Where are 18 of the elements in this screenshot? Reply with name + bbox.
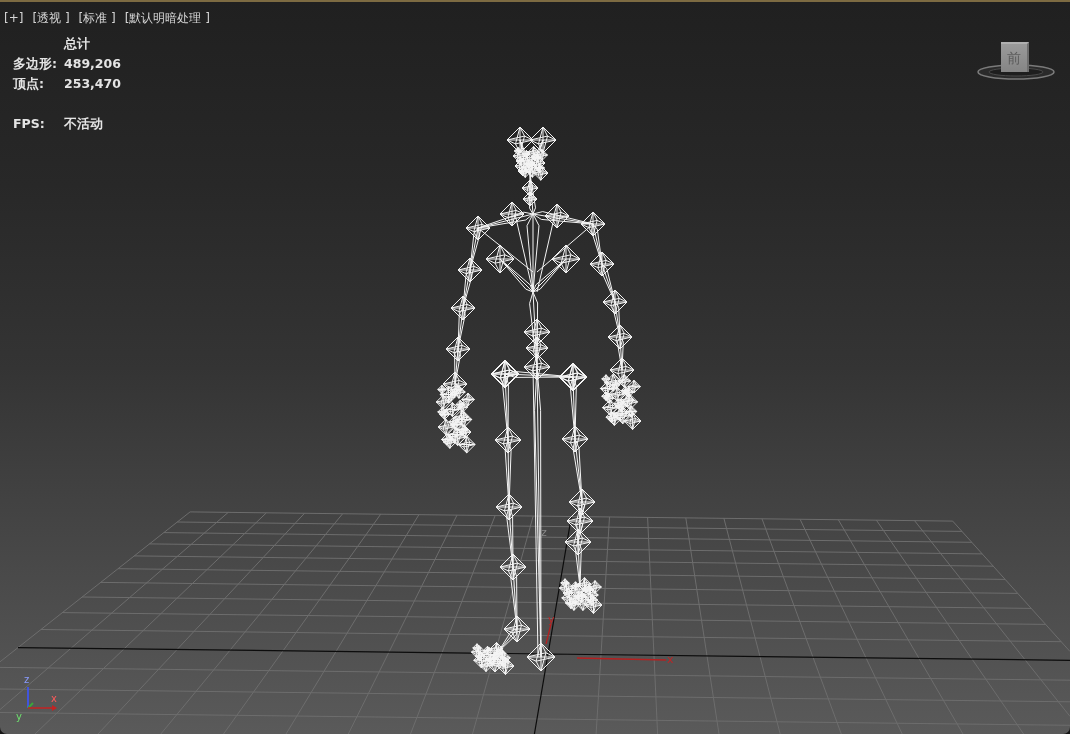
viewport-menu[interactable]: [默认明暗处理 ]	[124, 10, 210, 26]
statistics-label: 顶点:	[13, 75, 45, 93]
axis-label: x	[51, 693, 57, 704]
axis-line	[545, 623, 552, 645]
statistics-label: 多边形:	[13, 55, 58, 73]
statistics-value: 253,470	[64, 75, 121, 93]
axis-label: z	[541, 526, 547, 539]
axis-label: x	[667, 653, 674, 666]
axis-label: y	[548, 613, 555, 626]
fps-value: 不活动	[64, 115, 104, 133]
axis-label: z	[24, 674, 30, 685]
viewport-menu[interactable]: [标准 ]	[78, 10, 116, 26]
axis-label: y	[16, 711, 22, 722]
fps-label: FPS:	[13, 115, 46, 133]
statistics-header: 总计	[64, 35, 91, 53]
viewport-menu[interactable]: [+]	[4, 10, 24, 26]
viewport-menu[interactable]: [透视 ]	[32, 10, 70, 26]
statistics-value: 489,206	[64, 55, 121, 73]
